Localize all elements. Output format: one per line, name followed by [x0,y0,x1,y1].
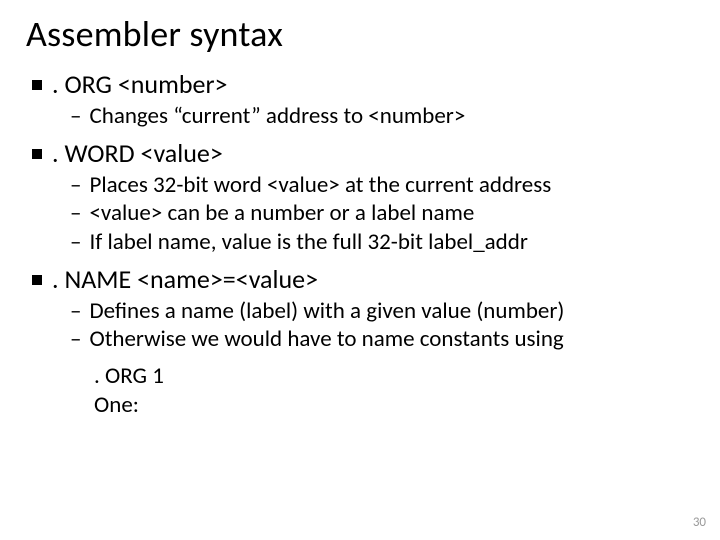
square-bullet-icon [32,149,42,159]
dash-icon: – [70,228,81,257]
page-number: 30 [693,515,706,530]
bullet-heading: . ORG <number> [52,70,227,100]
sub-text: <value> can be a number or a label name [89,199,474,228]
bullet-row: . ORG <number> [32,70,694,100]
sub-item: – Otherwise we would have to name consta… [70,325,694,354]
bullet-heading: . NAME <name>=<value> [52,265,318,295]
sub-item: – Changes “current” address to <number> [70,102,694,131]
bullet-row: . WORD <value> [32,139,694,169]
code-line: One: [26,391,694,420]
sub-text: If label name, value is the full 32-bit … [89,228,527,257]
bullet-heading: . WORD <value> [52,139,223,169]
sub-item: – Places 32-bit word <value> at the curr… [70,171,694,200]
code-line: . ORG 1 [26,362,694,391]
sub-item: – If label name, value is the full 32-bi… [70,228,694,257]
sub-list: – Places 32-bit word <value> at the curr… [26,171,694,257]
sub-text: Otherwise we would have to name constant… [89,325,563,354]
sub-text: Places 32-bit word <value> at the curren… [89,171,551,200]
slide-title: Assembler syntax [26,12,694,56]
square-bullet-icon [32,275,42,285]
sub-item: – <value> can be a number or a label nam… [70,199,694,228]
sub-text: Defines a name (label) with a given valu… [89,297,564,326]
sub-text: Changes “current” address to <number> [89,102,465,131]
square-bullet-icon [32,80,42,90]
slide: Assembler syntax . ORG <number> – Change… [0,0,720,540]
dash-icon: – [70,297,81,326]
sub-list: – Changes “current” address to <number> [26,102,694,131]
list-item: . WORD <value> – Places 32-bit word <val… [26,139,694,257]
list-item: . NAME <name>=<value> – Defines a name (… [26,265,694,420]
bullet-row: . NAME <name>=<value> [32,265,694,295]
dash-icon: – [70,102,81,131]
dash-icon: – [70,325,81,354]
bullet-list: . ORG <number> – Changes “current” addre… [26,70,694,420]
sub-item: – Defines a name (label) with a given va… [70,297,694,326]
sub-list: – Defines a name (label) with a given va… [26,297,694,355]
dash-icon: – [70,171,81,200]
dash-icon: – [70,199,81,228]
list-item: . ORG <number> – Changes “current” addre… [26,70,694,131]
